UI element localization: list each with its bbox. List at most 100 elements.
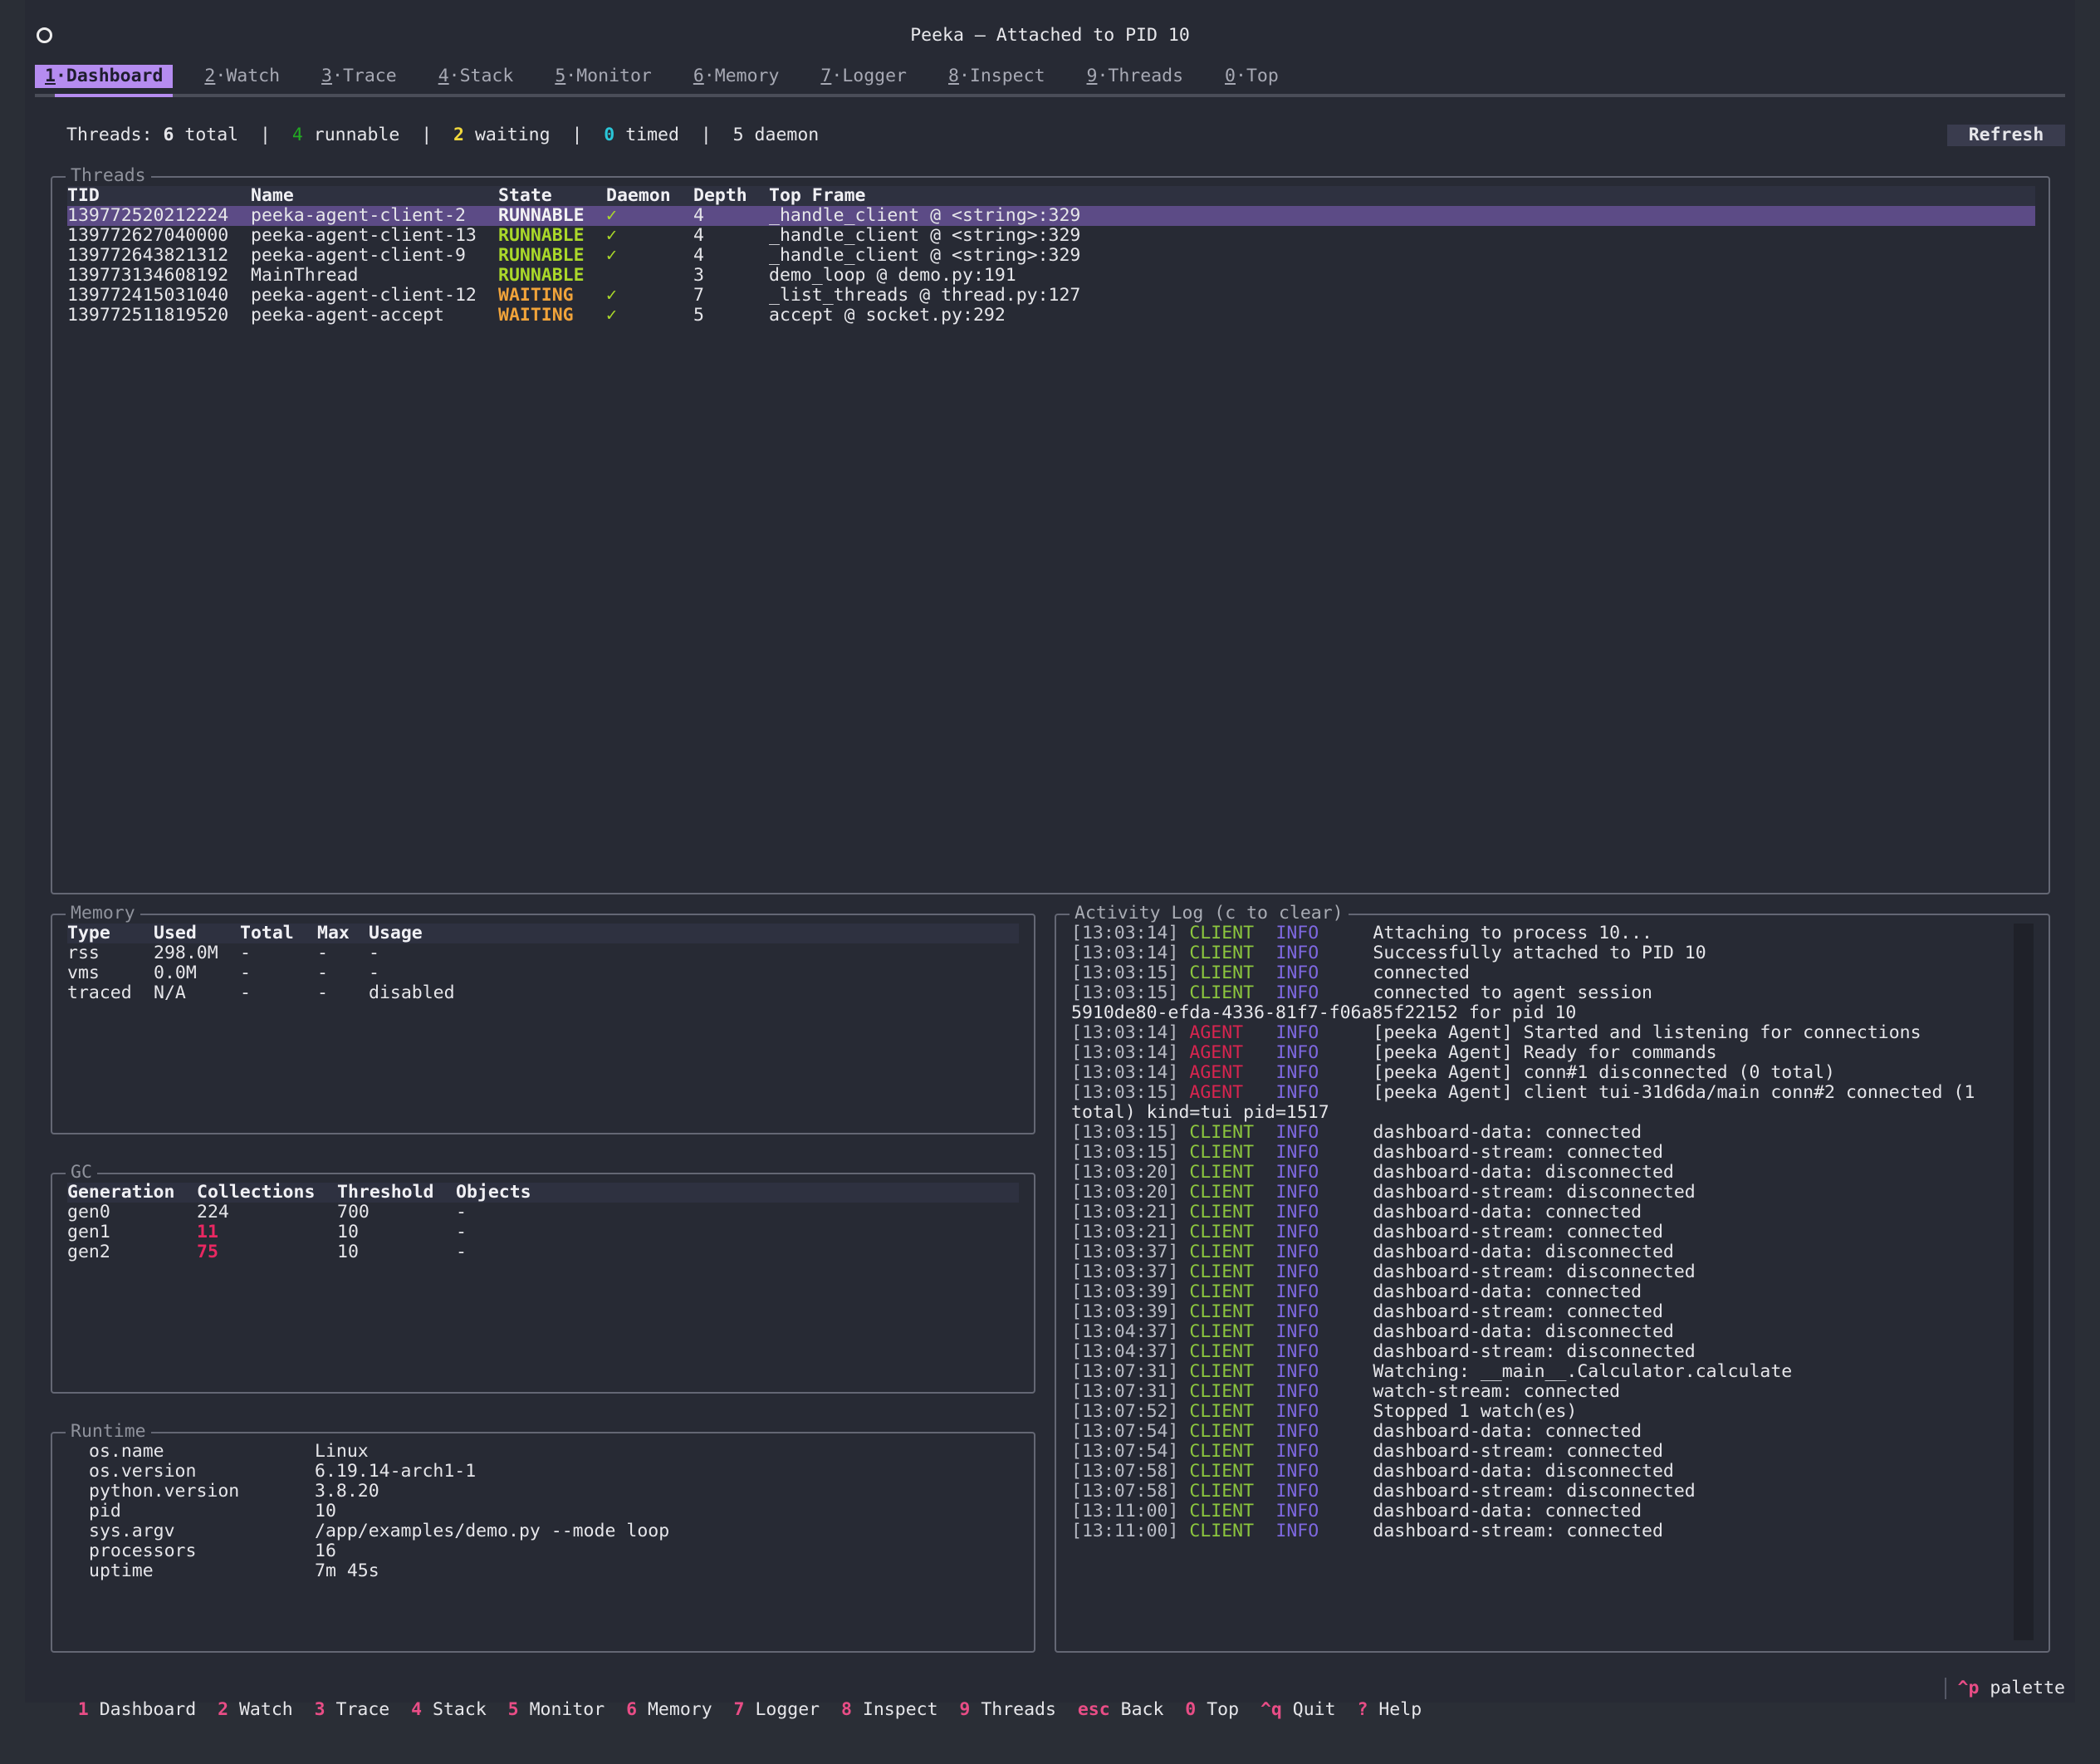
tab-key: 4 xyxy=(438,66,449,86)
tab-key: 7 xyxy=(820,66,832,86)
tab-label: Monitor xyxy=(576,66,652,86)
footer-shortcut-dashboard[interactable]: 1 Dashboard xyxy=(78,1699,196,1720)
log-line: [13:07:54] CLIENT INFO dashboard-stream: c… xyxy=(1071,1442,2001,1462)
column-header-state[interactable]: State xyxy=(498,186,606,206)
footer-shortcut-threads[interactable]: 9 Threads xyxy=(959,1699,1056,1720)
log-message: dashboard-stream: disconnected xyxy=(1373,1182,1696,1203)
column-header-depth[interactable]: Depth xyxy=(693,186,769,206)
log-level: INFO xyxy=(1275,1421,1319,1442)
footer-shortcut-top[interactable]: 0 Top xyxy=(1185,1699,1239,1720)
log-level: INFO xyxy=(1275,963,1319,983)
log-line: 5910de80-efda-4336-81f7-f06a85f22152 for… xyxy=(1071,1003,2001,1023)
log-message: Stopped 1 watch(es) xyxy=(1373,1401,1578,1422)
app-window: Peeka — Attached to PID 10 1·Dashboard 2·… xyxy=(25,0,2075,1720)
log-level: INFO xyxy=(1275,1222,1319,1242)
footer-shortcut-watch[interactable]: 2 Watch xyxy=(218,1699,293,1720)
activity-log-title: Activity Log (c to clear) xyxy=(1070,903,1349,924)
log-source: CLIENT xyxy=(1189,1262,1255,1282)
log-source: CLIENT xyxy=(1189,1142,1255,1163)
palette-shortcut[interactable]: ^p palette xyxy=(1944,1678,2065,1699)
log-line: [13:03:39] CLIENT INFO dashboard-data: con… xyxy=(1071,1282,2001,1302)
activity-log-scrollbar[interactable] xyxy=(2014,924,2034,1640)
memory-type: rss xyxy=(67,943,100,963)
column-header-filler xyxy=(1095,186,2035,206)
footer-shortcut-trace[interactable]: 3 Trace xyxy=(315,1699,390,1720)
log-message: [peeka Agent] client tui-31d6da/main con… xyxy=(1373,1082,1975,1103)
tab-logger[interactable]: 7·Logger xyxy=(810,65,917,88)
stats-total-count: 6 xyxy=(163,125,174,145)
tab-watch[interactable]: 2·Watch xyxy=(194,65,290,88)
thread-row[interactable]: 139772643821312 peeka-agent-client-9 RUNNA… xyxy=(67,246,2035,266)
log-message: Attaching to process 10... xyxy=(1373,923,1652,943)
runtime-row: processors 16 xyxy=(89,1541,669,1561)
tab-memory[interactable]: 6·Memory xyxy=(683,65,790,88)
memory-max: - xyxy=(317,943,328,963)
log-message: dashboard-data: disconnected xyxy=(1373,1321,1674,1342)
column-header-tid[interactable]: TID xyxy=(67,186,251,206)
log-source: CLIENT xyxy=(1189,982,1255,1003)
log-level: INFO xyxy=(1275,1521,1319,1541)
thread-depth: 5 xyxy=(693,305,704,326)
runtime-key: os.name xyxy=(89,1441,164,1462)
runtime-row: os.version 6.19.14-arch1-1 xyxy=(89,1462,669,1482)
log-timestamp: [13:03:39] xyxy=(1071,1301,1179,1322)
log-level: INFO xyxy=(1275,1441,1319,1462)
stats-prefix: Threads: xyxy=(66,125,164,145)
thread-state: RUNNABLE xyxy=(498,225,585,246)
thread-filler xyxy=(1095,306,2035,326)
window-title: Peeka — Attached to PID 10 xyxy=(910,25,1190,46)
log-line: [13:03:14] CLIENT INFO Attaching to proces… xyxy=(1071,924,2001,943)
log-message: dashboard-data: connected xyxy=(1373,1501,1642,1521)
memory-total: - xyxy=(240,982,251,1003)
tab-trace[interactable]: 3·Trace xyxy=(311,65,407,88)
footer-shortcut-memory[interactable]: 6 Memory xyxy=(626,1699,712,1720)
log-level: INFO xyxy=(1275,1122,1319,1143)
tab-stack[interactable]: 4·Stack xyxy=(428,65,524,88)
memory-usage: disabled xyxy=(369,982,455,1003)
thread-row[interactable]: 139773134608192 MainThread RUNNABLE 3 demo_l… xyxy=(67,266,2035,286)
log-timestamp: [13:04:37] xyxy=(1071,1341,1179,1362)
log-line: [13:07:58] CLIENT INFO dashboard-stream: d… xyxy=(1071,1482,2001,1502)
tab-label: Dashboard xyxy=(66,66,164,86)
runtime-value: 6.19.14-arch1-1 xyxy=(315,1461,477,1482)
tab-threads[interactable]: 9·Threads xyxy=(1077,65,1194,88)
footer-shortcut-help[interactable]: ? Help xyxy=(1357,1699,1422,1720)
log-source: CLIENT xyxy=(1189,1222,1255,1242)
thread-row[interactable]: 139772511819520 peeka-agent-accept WAITING… xyxy=(67,306,2035,326)
tab-top[interactable]: 0·Top xyxy=(1215,65,1289,88)
stats-daemon-label: daemon xyxy=(743,125,820,145)
refresh-button[interactable]: Refresh xyxy=(1947,125,2065,146)
thread-depth: 4 xyxy=(693,225,704,246)
log-message: dashboard-stream: connected xyxy=(1373,1222,1663,1242)
footer-shortcut-monitor[interactable]: 5 Monitor xyxy=(508,1699,605,1720)
log-line: [13:03:20] CLIENT INFO dashboard-stream: d… xyxy=(1071,1183,2001,1203)
tab-dashboard[interactable]: 1·Dashboard xyxy=(35,65,174,88)
stats-daemon-count: 5 xyxy=(732,125,744,145)
log-line: [13:03:37] CLIENT INFO dashboard-data: dis… xyxy=(1071,1242,2001,1262)
footer-label: Threads xyxy=(981,1699,1056,1720)
footer-shortcut-back[interactable]: esc Back xyxy=(1078,1699,1164,1720)
tab-inspect[interactable]: 8·Inspect xyxy=(938,65,1055,88)
thread-row[interactable]: 139772520212224 peeka-agent-client-2 RUNNA… xyxy=(67,206,2035,226)
footer-shortcut-logger[interactable]: 7 Logger xyxy=(734,1699,820,1720)
log-message: dashboard-data: connected xyxy=(1373,1202,1642,1223)
tab-label: Top xyxy=(1246,66,1279,86)
thread-row[interactable]: 139772415031040 peeka-agent-client-12 WAIT… xyxy=(67,286,2035,306)
log-timestamp: [13:03:14] xyxy=(1071,943,1179,963)
column-header-daemon[interactable]: Daemon xyxy=(606,186,693,206)
log-level: INFO xyxy=(1275,1461,1319,1482)
footer-shortcut-stack[interactable]: 4 Stack xyxy=(411,1699,487,1720)
footer-shortcut-quit[interactable]: ^q Quit xyxy=(1260,1699,1336,1720)
log-line: [13:03:14] AGENT INFO [peeka Agent] Ready … xyxy=(1071,1043,2001,1063)
log-source: CLIENT xyxy=(1189,1281,1255,1302)
footer-keybar: 1 Dashboard 2 Watch 3 Trace 4 Stack 5 Mo… xyxy=(35,1678,2065,1720)
column-header-name[interactable]: Name xyxy=(251,186,498,206)
tab-label: Threads xyxy=(1108,66,1184,86)
column-header-top-frame[interactable]: Top Frame xyxy=(769,186,1095,206)
tab-key: 1 xyxy=(45,66,56,86)
tab-monitor[interactable]: 5·Monitor xyxy=(545,65,662,88)
column-header-used: Used xyxy=(154,923,197,943)
footer-shortcut-inspect[interactable]: 8 Inspect xyxy=(841,1699,938,1720)
thread-row[interactable]: 139772627040000 peeka-agent-client-13 RUNN… xyxy=(67,226,2035,246)
footer-key: 6 xyxy=(626,1699,638,1720)
